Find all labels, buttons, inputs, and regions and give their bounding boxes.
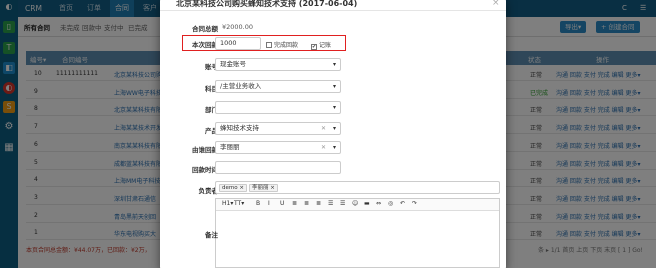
modal-divider [160, 10, 506, 11]
complete-payment-text: 完成回款 [274, 42, 299, 49]
subject-value: /主营业务收入 [220, 82, 262, 90]
payment-time-label: 回款时间 [192, 166, 218, 174]
department-label: 部门 [205, 106, 218, 114]
editor-tool-icon[interactable]: ≣ [304, 200, 309, 207]
remark-editor[interactable]: H1▾ TT▾ B I U ≣ ≣ ≣ ☰ ☰ ☺ ▬ ⇔ ◎ ↶ ↷ [215, 198, 500, 268]
caret-down-icon: ▾ [332, 83, 336, 90]
handler-tag-text: 李丽丽 [252, 185, 269, 191]
editor-tool-icon[interactable]: U [280, 200, 284, 207]
product-select[interactable]: 蜂知技术支持 ✕ ▾ [215, 122, 341, 135]
editor-tool-icon[interactable]: ≣ [316, 200, 321, 207]
payment-modal: 北京某科技公司购买蜂知技术支持 (2017-06-04) × 合同总额 ¥200… [160, 0, 506, 268]
editor-tool-icon[interactable]: ⇔ [376, 200, 381, 207]
clear-icon[interactable]: ✕ [321, 123, 326, 134]
handler-input[interactable]: demo × 李丽丽 × [215, 181, 500, 194]
editor-tool-icon[interactable]: ↷ [412, 200, 417, 207]
handler-tag[interactable]: demo × [219, 184, 247, 192]
product-value: 蜂知技术支持 [220, 124, 259, 132]
editor-tool-icon[interactable]: B [256, 200, 260, 207]
complete-payment-checkbox[interactable]: 完成回款 [266, 40, 298, 49]
close-icon[interactable]: × [492, 0, 500, 8]
editor-tool-icon[interactable]: ☰ [328, 200, 333, 207]
caret-down-icon: ▾ [332, 104, 336, 111]
editor-tool-icon[interactable]: I [268, 200, 270, 207]
editor-tool-icon[interactable]: ☺ [352, 200, 358, 207]
payment-amount-value: 1000 [220, 39, 237, 47]
subject-select[interactable]: /主营业务收入 ▾ [215, 80, 341, 93]
department-select[interactable]: ▾ [215, 101, 341, 114]
editor-tool-icon[interactable]: ◎ [388, 200, 393, 207]
this-payment-label: 本次回款 [192, 41, 218, 49]
subject-label: 科目 [205, 85, 218, 93]
caret-down-icon: ▾ [332, 144, 336, 151]
editor-tool-icon[interactable]: TT▾ [234, 200, 244, 207]
product-label: 产品 [205, 127, 218, 135]
caret-down-icon: ▾ [332, 125, 336, 132]
checkbox-empty-icon [266, 42, 272, 48]
remove-tag-icon[interactable]: × [270, 185, 275, 191]
receiver-label: 由谁回款 [192, 146, 218, 154]
account-label: 账号 [205, 63, 218, 71]
editor-tool-icon[interactable]: ≣ [292, 200, 297, 207]
editor-tool-icon[interactable]: ☰ [340, 200, 345, 207]
handler-tag[interactable]: 李丽丽 × [249, 184, 278, 192]
record-text: 记账 [319, 42, 332, 49]
payment-time-input[interactable] [215, 161, 341, 174]
contract-amount-label: 合同总额 [192, 25, 218, 33]
record-checkbox[interactable]: ✔ 记账 [311, 40, 331, 50]
modal-title: 北京某科技公司购买蜂知技术支持 (2017-06-04) [176, 0, 358, 8]
handler-label: 负责者 [198, 187, 219, 195]
editor-toolbar: H1▾ TT▾ B I U ≣ ≣ ≣ ☰ ☰ ☺ ▬ ⇔ ◎ ↶ ↷ [216, 199, 499, 211]
account-value: 现金账号 [220, 60, 246, 68]
caret-down-icon: ▾ [332, 61, 336, 68]
editor-tool-icon[interactable]: ↶ [400, 200, 405, 207]
clear-icon[interactable]: ✕ [321, 142, 326, 153]
remove-tag-icon[interactable]: × [239, 185, 244, 191]
editor-tool-icon[interactable]: ▬ [364, 200, 370, 207]
receiver-value: 李丽丽 [220, 143, 240, 151]
contract-amount-value: ¥2000.00 [222, 23, 254, 31]
account-select[interactable]: 现金账号 ▾ [215, 58, 341, 71]
editor-tool-icon[interactable]: H1▾ [222, 200, 233, 207]
checkbox-checked-icon: ✔ [311, 44, 317, 50]
payment-amount-input[interactable]: 1000 [215, 37, 261, 50]
remark-label: 备注 [205, 231, 218, 239]
receiver-select[interactable]: 李丽丽 ✕ ▾ [215, 141, 341, 154]
handler-tag-text: demo [222, 185, 238, 191]
